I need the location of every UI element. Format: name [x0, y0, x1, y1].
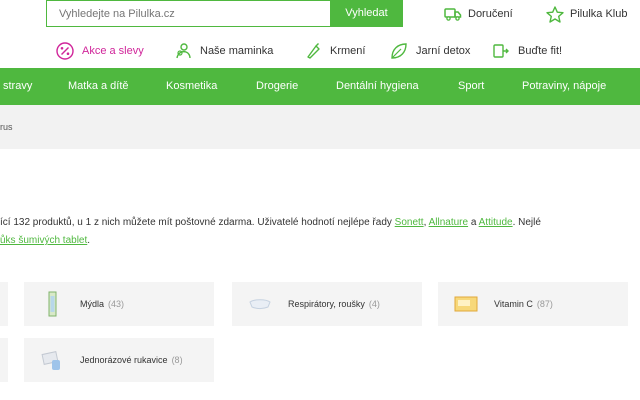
tile-count: (8): [171, 355, 183, 365]
tile-label: Respirátory, roušky (4): [288, 299, 380, 309]
description-text: ící 132 produktů, u 1 z nich můžete mít …: [0, 217, 395, 228]
category-tile-soaps[interactable]: Mýdla (43): [24, 282, 214, 326]
promo-feeding-label: Krmení: [330, 45, 366, 57]
nav-item-sport[interactable]: Sport: [458, 68, 484, 105]
leaf-icon: [391, 43, 407, 59]
truck-icon: [444, 8, 462, 21]
soap-dispenser-icon: [48, 291, 57, 317]
nav-item-food[interactable]: Potraviny, nápoje: [522, 68, 606, 105]
nav-item-dental[interactable]: Dentální hygiena: [336, 68, 419, 105]
description-period: .: [87, 235, 91, 246]
header-search-row: Vyhledat Doručení Pilulka Klub: [0, 0, 640, 34]
promo-sales-label: Akce a slevy: [82, 45, 144, 57]
nav-item-drugstore[interactable]: Drogerie: [256, 68, 298, 105]
brand-link-sonett[interactable]: Sonett: [395, 217, 424, 228]
category-tile-partial[interactable]: [0, 338, 8, 382]
gloves-icon: [41, 351, 60, 370]
mother-icon: [176, 43, 191, 59]
tile-label: Mýdla (43): [80, 299, 125, 309]
promo-mother-label: Naše maminka: [200, 45, 274, 57]
category-tile-respirators[interactable]: Respirátory, roušky (4): [232, 282, 422, 326]
nav-item-mother-child[interactable]: Matka a dítě: [68, 68, 129, 105]
brand-link-allnature[interactable]: Allnature: [429, 217, 468, 228]
category-description: ící 132 produktů, u 1 z nich můžete mít …: [0, 215, 640, 231]
category-tile-gloves[interactable]: Jednorázové rukavice (8): [24, 338, 214, 382]
nav-item-diet[interactable]: stravy: [3, 68, 32, 105]
delivery-link[interactable]: Doručení: [444, 6, 513, 22]
description-text-end: . Nejlé: [512, 217, 541, 228]
club-label: Pilulka Klub: [570, 8, 628, 20]
category-nav: stravy Matka a dítě Kosmetika Drogerie D…: [0, 68, 640, 105]
promo-detox-label: Jarní detox: [416, 45, 471, 57]
nav-item-cosmetics[interactable]: Kosmetika: [166, 68, 217, 105]
description-sep: a: [468, 217, 479, 228]
promo-sales[interactable]: Akce a slevy: [56, 42, 144, 60]
tile-count: (4): [368, 299, 380, 309]
promo-bar: Akce a slevy Naše maminka Krmení Jarní d…: [0, 36, 640, 64]
promo-fitness[interactable]: Buďte fit!: [492, 42, 562, 60]
tile-count: (43): [108, 299, 125, 309]
search-button[interactable]: Vyhledat: [330, 0, 403, 27]
star-icon: [546, 5, 564, 23]
bottle-icon: [307, 43, 320, 59]
tile-label: Vitamin C (87): [494, 299, 553, 309]
promo-feeding[interactable]: Krmení: [304, 42, 365, 60]
promo-mother[interactable]: Naše maminka: [174, 42, 273, 60]
tile-label: Jednorázové rukavice (8): [80, 355, 183, 365]
breadcrumb: rus: [0, 105, 640, 149]
search-input[interactable]: [46, 0, 330, 27]
promo-fitness-label: Buďte fit!: [518, 45, 563, 57]
category-tile-vitamin-c[interactable]: Vitamin C (87): [438, 282, 628, 326]
fitness-icon: [493, 44, 509, 58]
face-mask-icon: [249, 299, 271, 309]
category-tile-partial[interactable]: [0, 282, 8, 326]
delivery-label: Doručení: [468, 8, 513, 20]
percent-icon: [56, 42, 74, 60]
breadcrumb-item[interactable]: rus: [0, 122, 13, 132]
description-line2: ůks šumivých tablet.: [0, 233, 90, 249]
promo-detox[interactable]: Jarní detox: [390, 42, 470, 60]
brand-link-attitude[interactable]: Attitude: [479, 217, 513, 228]
tablets-link[interactable]: ůks šumivých tablet: [0, 235, 87, 246]
vitamin-box-icon: [454, 296, 478, 312]
tile-count: (87): [536, 299, 553, 309]
club-link[interactable]: Pilulka Klub: [546, 5, 628, 23]
